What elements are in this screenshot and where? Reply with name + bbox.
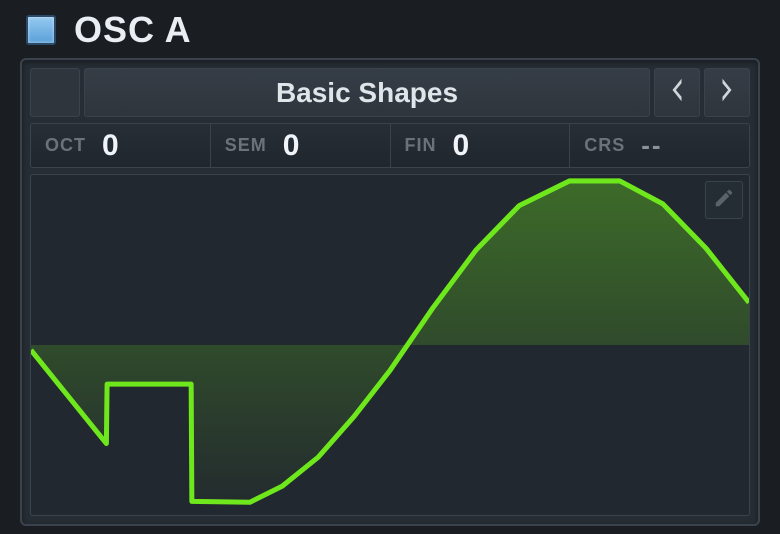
coarse-control[interactable]: CRS -- — [570, 124, 749, 167]
semitone-value: 0 — [283, 129, 300, 163]
osc-title: OSC A — [74, 9, 192, 51]
osc-panel-header: OSC A — [20, 2, 760, 58]
waveform-svg — [31, 175, 749, 515]
preset-prev-button[interactable] — [654, 68, 700, 117]
pencil-icon — [713, 187, 735, 214]
fine-control[interactable]: FIN 0 — [391, 124, 571, 167]
preset-next-button[interactable] — [704, 68, 750, 117]
waveform-edit-button[interactable] — [705, 181, 743, 219]
octave-value: 0 — [102, 129, 119, 163]
osc-panel-body: Basic Shapes OCT 0 SEM 0 FIN — [20, 58, 760, 526]
chevron-right-icon — [718, 76, 736, 109]
osc-power-button[interactable] — [26, 15, 56, 45]
preset-name-selector[interactable]: Basic Shapes — [84, 68, 650, 117]
semitone-label: SEM — [225, 135, 267, 156]
fine-value: 0 — [453, 129, 470, 163]
coarse-label: CRS — [584, 135, 625, 156]
waveform-display[interactable] — [30, 174, 750, 516]
coarse-value: -- — [641, 130, 662, 161]
semitone-control[interactable]: SEM 0 — [211, 124, 391, 167]
fine-label: FIN — [405, 135, 437, 156]
tuning-row: OCT 0 SEM 0 FIN 0 CRS -- — [30, 123, 750, 168]
chevron-left-icon — [668, 76, 686, 109]
preset-row: Basic Shapes — [30, 68, 750, 117]
octave-control[interactable]: OCT 0 — [31, 124, 211, 167]
octave-label: OCT — [45, 135, 86, 156]
preset-menu-button[interactable] — [30, 68, 80, 117]
